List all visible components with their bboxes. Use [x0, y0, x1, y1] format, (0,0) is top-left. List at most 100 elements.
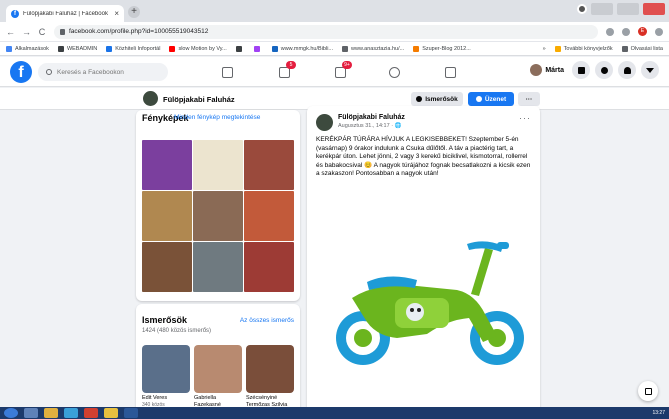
bookmark-icon	[342, 45, 348, 52]
page-avatar[interactable]	[143, 91, 158, 106]
taskbar-folder[interactable]	[44, 408, 58, 418]
profile-icon[interactable]	[577, 4, 587, 14]
post-text: KERÉKPÁR TÚRÁRA HÍVJUK A LEGKISEBBEKET! …	[316, 136, 531, 177]
message-button[interactable]: Üzenet	[468, 92, 514, 106]
friends-title: Ismerősök	[142, 315, 188, 325]
new-tab-button[interactable]: +	[128, 6, 140, 18]
photo-thumbnail[interactable]	[142, 242, 192, 292]
chevron-right-icon	[533, 45, 540, 52]
see-all-photos-link[interactable]: Minden fénykép megtekintése	[174, 114, 260, 121]
nav-pages[interactable]: 5	[264, 61, 304, 83]
user-profile-link[interactable]: Márta	[530, 64, 567, 76]
notifications-button[interactable]	[618, 61, 636, 79]
address-bar: ← → C facebook.com/profile.php?id=100055…	[0, 22, 669, 42]
start-button[interactable]	[4, 408, 18, 418]
reload-button[interactable]: C	[38, 27, 46, 37]
post-options-button[interactable]: ···	[519, 113, 531, 123]
menu-grid-button[interactable]	[572, 61, 590, 79]
messenger-button[interactable]	[595, 61, 613, 79]
taskbar-ie[interactable]	[64, 408, 78, 418]
url-text: facebook.com/profile.php?id=100055519043…	[69, 28, 209, 35]
windows-taskbar: 13:27	[0, 407, 669, 419]
bookmark-item[interactable]: További könyvjelzők	[554, 45, 613, 52]
bookmark-item[interactable]: Közhiteli Infoportál	[106, 45, 160, 52]
bookmark-item[interactable]: Szuper-Blog 2012...	[413, 45, 471, 52]
account-button[interactable]	[641, 61, 659, 79]
photo-thumbnail[interactable]	[142, 140, 192, 190]
nav-gaming[interactable]	[430, 61, 470, 83]
friends-button-label: Ismerősök	[425, 95, 458, 103]
gaming-icon	[444, 66, 456, 78]
taskbar-explorer[interactable]	[24, 408, 38, 418]
friend-photo	[246, 345, 294, 393]
home-icon	[221, 66, 233, 78]
back-button[interactable]: ←	[6, 27, 15, 37]
key-icon[interactable]	[606, 27, 614, 36]
bookmark-item[interactable]: slow Motion by Vy...	[169, 45, 227, 52]
photo-thumbnail[interactable]	[193, 140, 243, 190]
post-image[interactable]	[307, 186, 540, 414]
facebook-search[interactable]	[38, 63, 168, 81]
url-field[interactable]: facebook.com/profile.php?id=100055519043…	[54, 24, 598, 39]
bookmark-icon	[271, 45, 278, 52]
taskbar-app[interactable]	[84, 408, 98, 418]
close-window-button[interactable]	[643, 3, 665, 15]
profile-avatar[interactable]: E	[638, 27, 647, 36]
post-timestamp[interactable]: Augusztus 31., 14:17 · 🌐	[338, 123, 401, 129]
nav-watch[interactable]: 9+	[320, 61, 360, 83]
photo-thumbnail[interactable]	[193, 191, 243, 241]
search-input[interactable]	[57, 68, 157, 76]
window-controls	[577, 0, 669, 18]
star-icon[interactable]	[622, 27, 630, 36]
photo-thumbnail[interactable]	[244, 191, 294, 241]
bookmark-item[interactable]: »	[533, 45, 546, 52]
bookmark-label: www.anasztazia.hu/...	[351, 45, 405, 52]
bookmark-label: További könyvjelzők	[563, 45, 613, 52]
post-author-avatar[interactable]	[316, 114, 333, 131]
page-name[interactable]: Fülöpjakabi Faluház	[163, 95, 235, 104]
friend-item[interactable]: Gabriella Fazekasné	[194, 345, 242, 409]
pages-badge: 5	[286, 61, 296, 69]
bookmark-item[interactable]: WEBADMIN	[57, 45, 97, 52]
bookmark-label: www.mmgk.hu/Bibli...	[280, 45, 333, 52]
nav-groups[interactable]	[374, 61, 414, 83]
menu-icon[interactable]	[655, 27, 663, 36]
facebook-logo[interactable]: f	[10, 61, 32, 83]
bookmarks-right: » További könyvjelzők Olvasási lista	[533, 45, 663, 52]
maximize-button[interactable]	[617, 3, 639, 15]
tab-close-icon[interactable]: ×	[114, 9, 119, 18]
photos-title: Fényképek	[142, 113, 189, 123]
user-avatar	[530, 64, 543, 76]
minimize-button[interactable]	[591, 3, 613, 15]
more-options-button[interactable]: ···	[518, 92, 540, 106]
photo-thumbnail[interactable]	[142, 191, 192, 241]
friend-item[interactable]: Szécsényiné Termőzas Szilvia	[246, 345, 294, 409]
folder-icon	[621, 45, 628, 52]
bookmark-item[interactable]: Olvasási lista	[621, 45, 663, 52]
photo-thumbnail[interactable]	[244, 140, 294, 190]
nav-home[interactable]	[207, 61, 247, 83]
bookmark-icon	[253, 45, 260, 52]
clock[interactable]: 13:27	[652, 410, 665, 416]
post-author[interactable]: Fülöpjakabi Faluház	[338, 114, 405, 121]
bookmark-item[interactable]: www.anasztazia.hu/...	[342, 45, 405, 52]
taskbar-chrome[interactable]	[104, 408, 118, 418]
friend-item[interactable]: Edit Veres 340 közös	[142, 345, 190, 408]
bookmark-label: Olvasási lista	[630, 45, 663, 52]
browser-tab[interactable]: f Fülöpjakabi Faluház | Facebook ×	[6, 5, 124, 22]
taskbar-word[interactable]	[124, 408, 138, 418]
bookmark-icon	[57, 45, 64, 52]
watch-badge: 9+	[342, 61, 352, 69]
see-all-friends-link[interactable]: Az összes ismerős	[240, 317, 294, 324]
photo-thumbnail[interactable]	[244, 242, 294, 292]
forward-button[interactable]: →	[22, 27, 31, 37]
photo-thumbnail[interactable]	[193, 242, 243, 292]
search-icon	[46, 69, 52, 75]
bookmark-item[interactable]	[253, 45, 263, 52]
tab-title: Fülöpjakabi Faluház | Facebook	[23, 10, 108, 17]
new-message-button[interactable]	[638, 381, 658, 401]
bookmark-item[interactable]: www.mmgk.hu/Bibli...	[271, 45, 333, 52]
bookmark-item[interactable]	[235, 45, 245, 52]
bookmark-item[interactable]: Alkalmazások	[6, 45, 49, 52]
friends-button[interactable]: Ismerősök	[411, 92, 463, 106]
